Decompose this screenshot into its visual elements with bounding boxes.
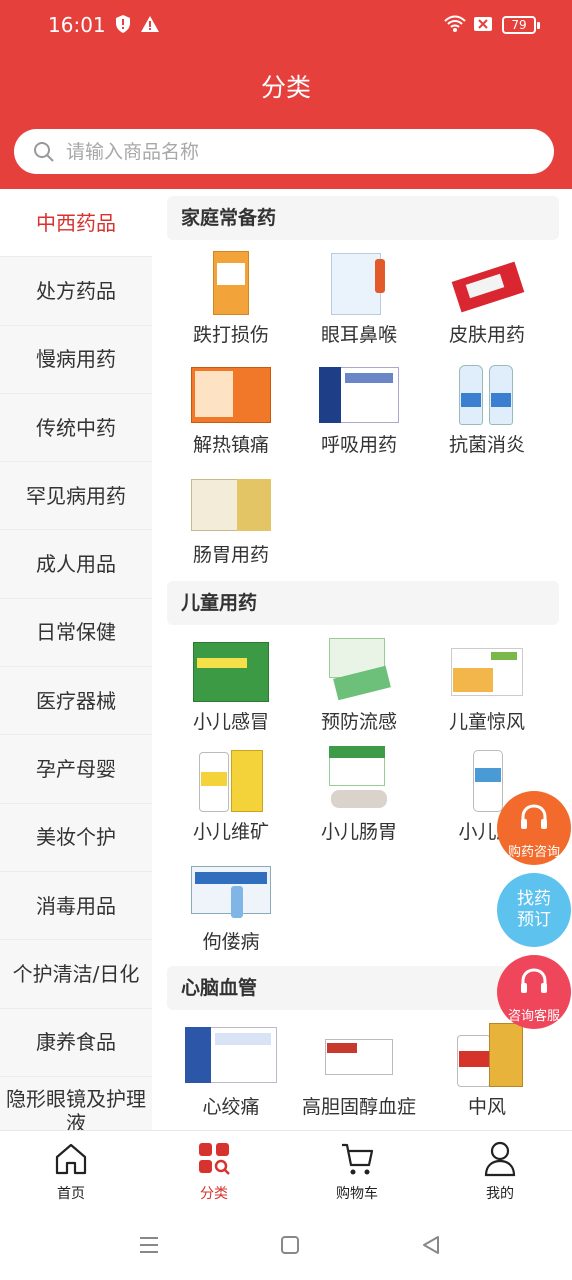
sidebar-item-rare-disease[interactable]: 罕见病用药 <box>0 462 152 531</box>
product-item[interactable]: 跌打损伤 <box>167 249 295 347</box>
customer-service-label: 咨询客服 <box>507 1009 560 1024</box>
product-image <box>319 249 399 317</box>
headset-icon <box>521 968 547 993</box>
sidebar-item-chronic[interactable]: 慢病用药 <box>0 326 152 394</box>
product-image <box>191 359 271 427</box>
tab-home[interactable]: 首页 <box>21 1139 121 1203</box>
product-image <box>319 636 399 704</box>
product-image <box>319 1021 399 1089</box>
sim-blocked-icon <box>474 17 492 31</box>
product-image <box>191 856 271 924</box>
warning-icon <box>141 16 159 32</box>
cart-icon <box>342 1143 374 1175</box>
product-image <box>191 249 271 317</box>
search-icon <box>34 142 54 162</box>
sidebar-item-prescription[interactable]: 处方药品 <box>0 257 152 326</box>
header: 16:01 79 分类 <box>0 0 572 189</box>
tab-mine[interactable]: 我的 <box>450 1139 550 1203</box>
product-image <box>447 1021 527 1089</box>
sidebar-item-beauty[interactable]: 美妆个护 <box>0 804 152 872</box>
find-drug-label-2: 预订 <box>517 910 551 930</box>
product-item[interactable]: 儿童惊风 <box>423 636 551 734</box>
category-icon <box>199 1143 230 1175</box>
product-item[interactable]: 小儿感冒 <box>167 636 295 734</box>
sidebar-item-disinfection[interactable]: 消毒用品 <box>0 872 152 941</box>
search-input[interactable] <box>66 129 536 174</box>
product-item[interactable]: 心绞痛 <box>167 1021 295 1119</box>
status-bar: 16:01 79 <box>0 0 572 52</box>
tab-category[interactable]: 分类 <box>164 1139 264 1203</box>
product-image <box>191 636 271 704</box>
status-time: 16:01 <box>48 13 106 37</box>
wifi-icon <box>444 15 466 32</box>
product-image <box>191 746 271 814</box>
product-image <box>181 1021 281 1089</box>
product-image <box>319 746 399 814</box>
find-drug-label-1: 找药 <box>517 889 551 909</box>
page-title: 分类 <box>260 73 311 102</box>
find-drug-button[interactable]: 找药 预订 <box>497 873 571 947</box>
tab-home-label: 首页 <box>57 1186 85 1202</box>
tab-category-label: 分类 <box>200 1186 228 1202</box>
sidebar-item-adult[interactable]: 成人用品 <box>0 530 152 599</box>
back-icon[interactable] <box>420 1234 442 1256</box>
customer-service-button[interactable]: 咨询客服 <box>497 955 571 1029</box>
user-icon <box>484 1141 516 1177</box>
product-item[interactable]: 小儿肠胃 <box>295 746 423 844</box>
tab-cart[interactable]: 购物车 <box>307 1139 407 1203</box>
product-item[interactable]: 皮肤用药 <box>423 249 551 347</box>
product-item[interactable]: 肠胃用药 <box>167 469 295 567</box>
product-image <box>447 359 527 427</box>
product-item[interactable]: 预防流感 <box>295 636 423 734</box>
tab-cart-label: 购物车 <box>336 1186 378 1202</box>
product-image <box>319 359 399 427</box>
search-bar[interactable] <box>14 129 554 174</box>
drug-consult-button[interactable]: 购药咨询 <box>497 791 571 865</box>
sidebar-item-health[interactable]: 日常保健 <box>0 599 152 668</box>
sidebar-item-food[interactable]: 康养食品 <box>0 1009 152 1077</box>
system-nav-bar <box>0 1210 572 1280</box>
product-item[interactable]: 高胆固醇血症 <box>295 1021 423 1119</box>
bottom-tab-bar: 首页 分类 购物车 我的 <box>0 1130 572 1210</box>
sidebar-item-contact-lens[interactable]: 隐形眼镜及护理液 <box>0 1077 152 1131</box>
home-icon <box>55 1143 87 1175</box>
battery-indicator: 79 <box>502 16 540 34</box>
product-item[interactable]: 中风 <box>423 1021 551 1119</box>
product-item[interactable]: 小儿维矿 <box>167 746 295 844</box>
section-title: 儿童用药 <box>167 581 559 625</box>
section-title: 家庭常备药 <box>167 196 559 240</box>
sidebar-item-maternity[interactable]: 孕产母婴 <box>0 735 152 804</box>
sidebar-item-cleaning[interactable]: 个护清洁/日化 <box>0 940 152 1009</box>
sidebar-item-devices[interactable]: 医疗器械 <box>0 667 152 736</box>
sidebar-item-tcm[interactable]: 传统中药 <box>0 394 152 463</box>
product-item[interactable]: 解热镇痛 <box>167 359 295 457</box>
product-item[interactable]: 眼耳鼻喉 <box>295 249 423 347</box>
sidebar-item-western-medicine[interactable]: 中西药品 <box>0 189 152 258</box>
product-item[interactable]: 抗菌消炎 <box>423 359 551 457</box>
category-sidebar: 中西药品 处方药品 慢病用药 传统中药 罕见病用药 成人用品 日常保健 医疗器械… <box>0 189 152 1130</box>
product-item[interactable]: 呼吸用药 <box>295 359 423 457</box>
drug-consult-label: 购药咨询 <box>507 845 560 860</box>
home-square-icon[interactable] <box>279 1234 301 1256</box>
product-image <box>447 636 527 704</box>
shield-alert-icon <box>116 15 130 33</box>
product-image <box>191 469 271 537</box>
menu-icon[interactable] <box>138 1234 160 1256</box>
headset-icon <box>521 804 547 829</box>
tab-mine-label: 我的 <box>486 1186 514 1202</box>
product-image <box>447 249 527 317</box>
product-item[interactable]: 佝偻病 <box>167 856 295 954</box>
